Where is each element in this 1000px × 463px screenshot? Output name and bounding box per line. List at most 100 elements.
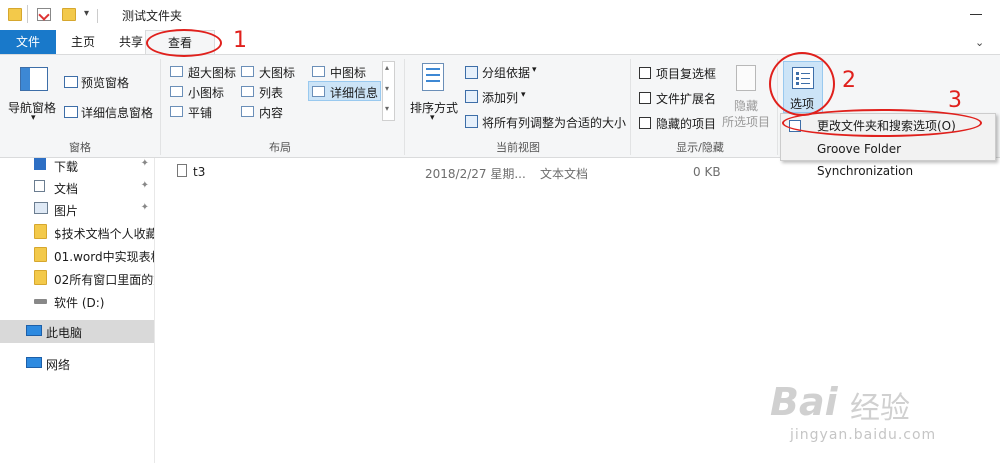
nav-item-downloads[interactable]: 下载 ✦ [0,154,155,176]
group-label-current-view: 当前视图 [496,141,540,154]
layout-details[interactable]: 详细信息 [330,84,378,101]
chevron-down-icon: ▾ [31,113,36,123]
nav-item-documents[interactable]: 文档 ✦ [0,176,155,198]
pictures-icon [34,202,48,214]
list-icon [241,86,254,97]
preview-pane-icon [64,76,78,88]
extra-large-icons-icon [170,66,183,77]
folder-icon [34,224,47,239]
details-pane-button[interactable]: 详细信息窗格 [81,104,153,121]
download-icon [34,158,46,170]
layout-small-icons[interactable]: 小图标 [188,84,224,101]
layout-large-icons[interactable]: 大图标 [259,64,295,81]
details-pane-icon [64,106,78,118]
nav-item-pictures[interactable]: 图片 ✦ [0,198,155,220]
divider [404,59,405,155]
tiles-icon [170,106,183,117]
drive-icon [34,299,47,304]
nav-item-folder[interactable]: 02所有窗口里面的文 [0,267,165,289]
group-by-icon [465,66,478,79]
large-icons-icon [241,66,254,77]
annotation-number-2: 2 [842,68,856,93]
small-icons-icon [170,86,183,97]
hide-selected-icon [736,65,756,91]
nav-item-label: 01.word中实现表格 [54,250,163,264]
folder-icon [8,8,22,21]
document-icon [34,180,45,192]
group-label-layout: 布局 [269,141,291,154]
watermark-url: jingyan.baidu.com [790,427,937,443]
nav-item-label: 02所有窗口里面的文 [54,273,166,287]
hide-selected-label-1: 隐藏 [734,99,759,113]
nav-item-label: 文档 [54,182,79,196]
hidden-items-label: 隐藏的项目 [656,117,717,131]
file-size: 0 KB [693,165,721,179]
nav-pane-icon [20,67,48,91]
new-folder-icon[interactable] [62,8,76,21]
layout-scrollbar[interactable]: ▴ ▾ ▾ [382,61,395,121]
annotation-circle-2 [769,52,835,116]
layout-medium-icons[interactable]: 中图标 [330,64,366,81]
chevron-down-icon[interactable]: ⌄ [975,36,984,49]
menu-item-groove-sync[interactable]: Groove Folder Synchronization [781,138,995,178]
tab-share[interactable]: 共享 [114,30,148,54]
divider [160,59,161,155]
hide-selected-label-2: 所选项目 [722,115,771,129]
layout-list[interactable]: 列表 [259,84,283,101]
nav-item-label: 此电脑 [46,326,83,340]
pin-icon: ✦ [140,180,149,191]
divider [97,9,98,23]
details-icon [312,86,325,97]
text-file-icon [177,164,187,177]
list-item[interactable]: t3 2018/2/27 星期... 文本文档 0 KB [173,162,793,182]
content-icon [241,106,254,117]
sort-by-button[interactable]: 排序方式 ▾ [410,61,460,127]
size-columns-icon [465,115,478,128]
file-name: t3 [193,165,206,179]
layout-tiles[interactable]: 平铺 [188,104,212,121]
file-extensions-checkbox[interactable] [639,92,651,104]
nav-item-drive-d[interactable]: 软件 (D:) [0,290,155,312]
annotation-circle-3 [782,109,982,137]
file-date: 2018/2/27 星期... [425,167,526,181]
nav-item-label: 网络 [46,358,71,372]
properties-icon[interactable] [37,8,51,21]
annotation-circle-1 [146,29,222,57]
nav-pane-button[interactable]: 导航窗格 ▾ [8,63,58,129]
customize-qat-icon[interactable]: ▾ [84,8,89,19]
chevron-down-icon: ▾ [521,90,526,100]
watermark-logo-text: 经验 [850,391,910,426]
annotation-number-1: 1 [233,28,247,53]
nav-item-label: 图片 [54,204,79,218]
navigation-pane: 下载 ✦ 文档 ✦ 图片 ✦ $技术文档个人收藏 01.word中实现表格 02… [0,158,165,463]
preview-pane-button[interactable]: 预览窗格 [81,74,129,91]
size-all-columns-button[interactable]: 将所有列调整为合适的大小 [482,114,626,131]
window-title: 测试文件夹 [122,9,183,23]
sort-icon [422,63,444,91]
network-icon [26,357,42,368]
hidden-items-checkbox[interactable] [639,117,651,129]
add-columns-button[interactable]: 添加列 [482,89,518,106]
minimize-icon[interactable] [970,14,982,15]
chevron-down-icon: ▾ [532,65,537,75]
tab-home[interactable]: 主页 [66,30,100,54]
folder-icon [34,247,47,262]
nav-item-folder[interactable]: $技术文档个人收藏 [0,221,158,243]
group-label-panes: 窗格 [69,141,91,154]
layout-content[interactable]: 内容 [259,104,283,121]
separator-bar [106,7,114,21]
file-type: 文本文档 [540,167,589,181]
annotation-number-3: 3 [948,88,962,113]
pin-icon: ✦ [140,202,149,213]
nav-item-folder[interactable]: 01.word中实现表格 [0,244,163,266]
item-checkboxes-checkbox[interactable] [639,67,651,79]
group-by-button[interactable]: 分组依据 [482,64,530,81]
tab-file[interactable]: 文件 [0,30,56,54]
nav-item-label: 软件 (D:) [54,296,105,310]
divider [27,5,28,23]
nav-item-this-pc[interactable]: 此电脑 [0,320,155,343]
pin-icon: ✦ [140,158,149,169]
title-bar: ▾ 测试文件夹 [0,0,1000,30]
layout-extra-large-icons[interactable]: 超大图标 [188,64,236,81]
nav-item-network[interactable]: 网络 [0,352,155,374]
